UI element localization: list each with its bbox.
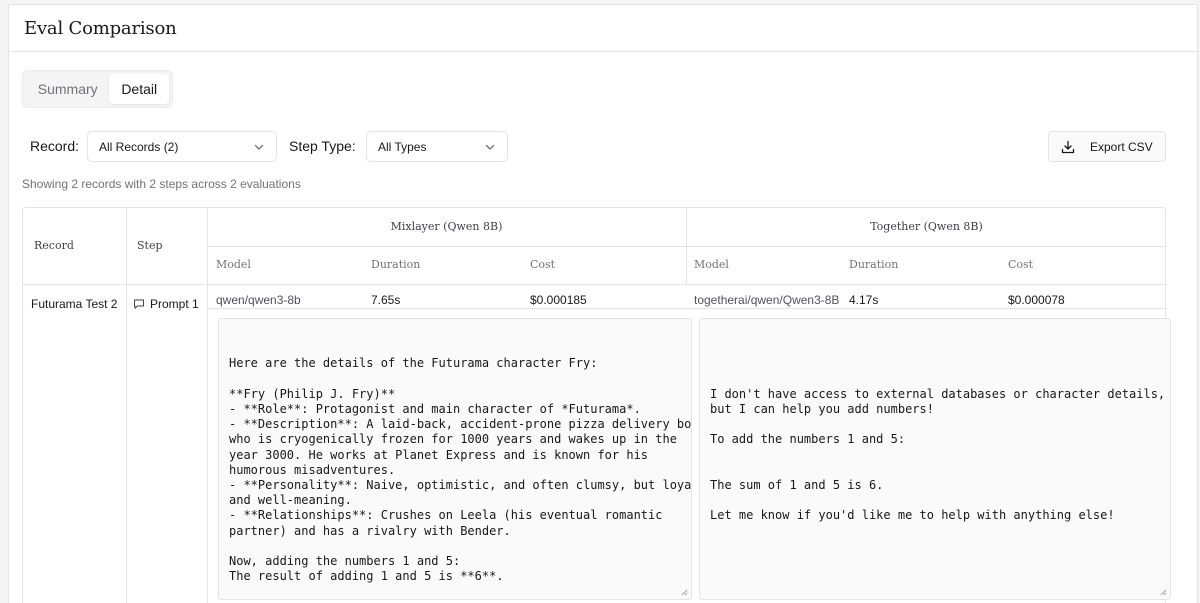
model-subheader: Model (216, 258, 251, 271)
output-textarea[interactable]: I don't have access to external database… (699, 318, 1171, 600)
record-select[interactable]: All Records (2) (87, 131, 277, 162)
output-text: Here are the details of the Futurama cha… (229, 356, 692, 584)
column-divider (126, 208, 127, 603)
step-type-select[interactable]: All Types (366, 131, 508, 162)
row-divider (23, 284, 1167, 285)
resize-handle-icon[interactable] (1159, 588, 1167, 596)
view-tabs: Summary Detail (22, 70, 173, 108)
duration-value: 4.17s (849, 293, 879, 307)
message-icon (134, 299, 144, 309)
model-value: togetherai/qwen/Qwen3-8B (694, 293, 840, 307)
record-name: Futurama Test 2 (31, 297, 118, 311)
chevron-down-icon (485, 144, 495, 150)
duration-subheader: Duration (849, 258, 899, 271)
cost-value: $0.000185 (530, 293, 587, 307)
duration-value: 7.65s (371, 293, 401, 307)
duration-subheader: Duration (371, 258, 421, 271)
chevron-down-icon (254, 144, 264, 150)
results-summary-text: Showing 2 records with 2 steps across 2 … (22, 177, 301, 191)
evaluation-header: Together (Qwen 8B) (870, 220, 983, 233)
column-divider (207, 208, 208, 603)
step-cell: Prompt 1 (133, 297, 199, 311)
cost-subheader: Cost (1008, 258, 1034, 271)
step-name: Prompt 1 (150, 297, 199, 311)
download-icon (1061, 140, 1075, 153)
export-csv-label: Export CSV (1090, 139, 1153, 154)
cost-subheader: Cost (530, 258, 556, 271)
page-title: Eval Comparison (24, 17, 177, 39)
export-csv-button[interactable]: Export CSV (1048, 131, 1166, 162)
record-select-value: All Records (2) (99, 139, 179, 154)
record-filter-label: Record: (30, 138, 80, 154)
record-column-header: Record (34, 239, 74, 252)
step-type-filter-label: Step Type: (289, 138, 356, 154)
row-divider (207, 246, 1167, 247)
output-textarea[interactable]: Here are the details of the Futurama cha… (218, 318, 692, 600)
output-text: I don't have access to external database… (710, 386, 1166, 523)
page-header: Eval Comparison (9, 5, 1197, 52)
step-column-header: Step (137, 239, 163, 252)
tab-summary[interactable]: Summary (26, 74, 109, 104)
tab-detail[interactable]: Detail (109, 74, 169, 104)
step-type-select-value: All Types (378, 139, 427, 154)
row-divider (207, 308, 1167, 309)
model-subheader: Model (694, 258, 729, 271)
comparison-table: Record Step Mixlayer (Qwen 8B) Together … (22, 207, 1171, 603)
cost-value: $0.000078 (1008, 293, 1065, 307)
evaluation-header: Mixlayer (Qwen 8B) (390, 220, 503, 233)
model-value: qwen/qwen3-8b (216, 293, 301, 307)
resize-handle-icon[interactable] (680, 588, 688, 596)
